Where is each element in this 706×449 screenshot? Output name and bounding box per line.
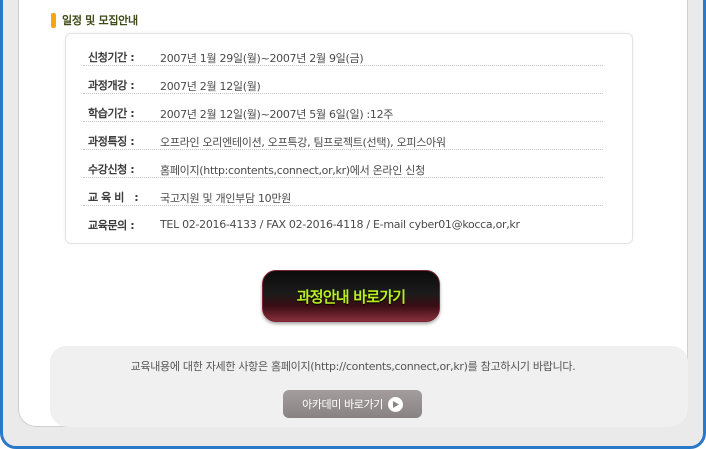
info-label: 교 육 비 :: [88, 191, 139, 204]
academy-button[interactable]: 아카데미 바로가기: [283, 390, 422, 418]
info-label: 과정개강 :: [88, 79, 135, 92]
info-value: 2007년 2월 12일(월)~2007년 5월 6일(일) :12주: [160, 108, 394, 121]
dotted-divider: [83, 121, 603, 122]
schedule-info-box: 신청기간 : 2007년 1월 29일(월)~2007년 2월 9일(금) 과정…: [65, 33, 633, 244]
info-label: 교육문의 :: [88, 219, 135, 232]
info-row-application-period: 신청기간 : 2007년 1월 29일(월)~2007년 2월 9일(금): [66, 42, 634, 70]
info-label: 신청기간 :: [88, 51, 135, 64]
section-title: 일정 및 모집안내: [62, 14, 138, 27]
dotted-divider: [83, 205, 603, 206]
info-label: 학습기간 :: [88, 107, 135, 120]
dotted-divider: [83, 65, 603, 66]
course-guide-button-label: 과정안내 바로가기: [296, 287, 406, 306]
info-row-course-features: 과정특징 : 오프라인 오리엔테이션, 오프특강, 팀프로젝트(선택), 오피스…: [66, 126, 634, 154]
info-label: 과정특징 :: [88, 135, 135, 148]
dotted-divider: [83, 177, 603, 178]
info-row-tuition: 교 육 비 : 국고지원 및 개인부담 10만원: [66, 182, 634, 210]
info-value: 오프라인 오리엔테이션, 오프특강, 팀프로젝트(선택), 오피스아워: [160, 136, 446, 149]
notice-text: 교육내용에 대한 자세한 사항은 홈페이지(http://contents,co…: [130, 360, 576, 373]
info-row-study-period: 학습기간 : 2007년 2월 12일(월)~2007년 5월 6일(일) :1…: [66, 98, 634, 126]
info-value: 2007년 2월 12일(월): [160, 80, 261, 93]
arrow-circle-icon: [387, 396, 403, 412]
academy-button-label: 아카데미 바로가기: [302, 398, 383, 411]
info-value: 국고지원 및 개인부담 10만원: [160, 192, 292, 205]
heading-marker: [51, 12, 56, 28]
info-value: TEL 02-2016-4133 / FAX 02-2016-4118 / E-…: [160, 218, 520, 231]
info-value: 2007년 1월 29일(월)~2007년 2월 9일(금): [160, 52, 364, 65]
dotted-divider: [83, 93, 603, 94]
notice-box: 교육내용에 대한 자세한 사항은 홈페이지(http://contents,co…: [50, 346, 688, 427]
info-row-enrollment: 수강신청 : 홈페이지(http:contents,connect,or,kr)…: [66, 154, 634, 182]
course-guide-button[interactable]: 과정안내 바로가기: [262, 270, 440, 322]
info-label: 수강신청 :: [88, 163, 135, 176]
info-value: 홈페이지(http:contents,connect,or,kr)에서 온라인 …: [160, 164, 425, 177]
section-heading: 일정 및 모집안내: [51, 11, 138, 29]
info-row-contact: 교육문의 : TEL 02-2016-4133 / FAX 02-2016-41…: [66, 210, 634, 238]
info-row-course-start: 과정개강 : 2007년 2월 12일(월): [66, 70, 634, 98]
dotted-divider: [83, 149, 603, 150]
